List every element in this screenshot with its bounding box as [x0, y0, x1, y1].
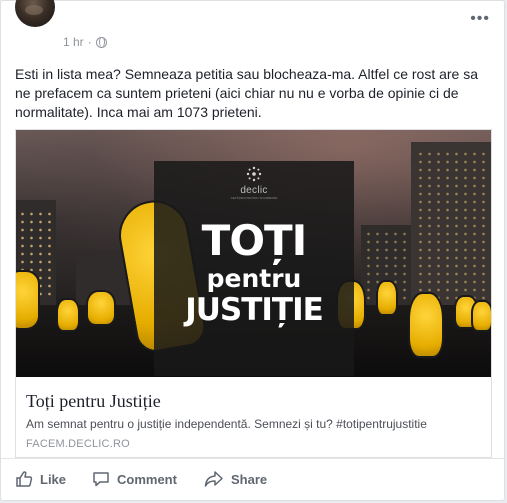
banner-line-3: JUSTIȚIE	[185, 292, 324, 328]
preview-title[interactable]: Toți pentru Justiție	[26, 391, 161, 412]
thumbs-up-icon	[16, 471, 33, 487]
preview-image[interactable]: declic CETĂȚENI PENTRU SCHIMBARE TOȚI pe…	[16, 130, 491, 377]
share-label: Share	[231, 471, 268, 487]
share-button[interactable]: Share	[204, 467, 267, 491]
protest-sign	[408, 292, 444, 358]
comment-label: Comment	[117, 471, 177, 487]
share-icon	[204, 471, 223, 487]
comment-button[interactable]: Comment	[92, 467, 177, 491]
post-card: 1 hr · ••• Esti in lista mea? Semneaza p…	[0, 0, 505, 501]
preview-body[interactable]: Toți pentru Justiție Am semnat pentru o …	[16, 377, 491, 457]
author-avatar[interactable]	[15, 0, 55, 27]
post-meta: 1 hr ·	[63, 35, 107, 49]
declic-logo-name: declic	[240, 185, 268, 196]
protest-sign	[376, 280, 398, 316]
declic-logo-icon	[246, 166, 262, 182]
meta-separator: ·	[87, 35, 92, 49]
protest-sign	[16, 270, 40, 330]
post-actions: Like Comment Share	[1, 458, 504, 500]
like-button[interactable]: Like	[15, 467, 66, 491]
post-header: 1 hr · •••	[15, 0, 494, 53]
globe-icon	[95, 36, 107, 48]
more-horizontal-icon[interactable]: •••	[470, 11, 490, 27]
comment-icon	[93, 472, 109, 487]
link-preview[interactable]: declic CETĂȚENI PENTRU SCHIMBARE TOȚI pe…	[15, 129, 492, 458]
preview-domain: FACEM.DECLIC.RO	[26, 438, 130, 450]
post-text: Esti in lista mea? Semneaza petitia sau …	[15, 66, 479, 120]
campaign-banner: declic CETĂȚENI PENTRU SCHIMBARE TOȚI pe…	[154, 161, 354, 376]
banner-line-2: pentru	[206, 264, 302, 293]
building-lights	[416, 150, 486, 300]
like-label: Like	[40, 471, 67, 487]
post-timestamp[interactable]: 1 hr	[63, 35, 84, 49]
preview-description: Am semnat pentru o justiție independentă…	[26, 417, 427, 431]
protest-sign	[56, 298, 80, 332]
banner-line-1: TOȚI	[201, 216, 308, 265]
protest-sign	[471, 300, 491, 332]
declic-logo-tagline: CETĂȚENI PENTRU SCHIMBARE	[230, 196, 278, 200]
protest-sign	[86, 290, 116, 326]
